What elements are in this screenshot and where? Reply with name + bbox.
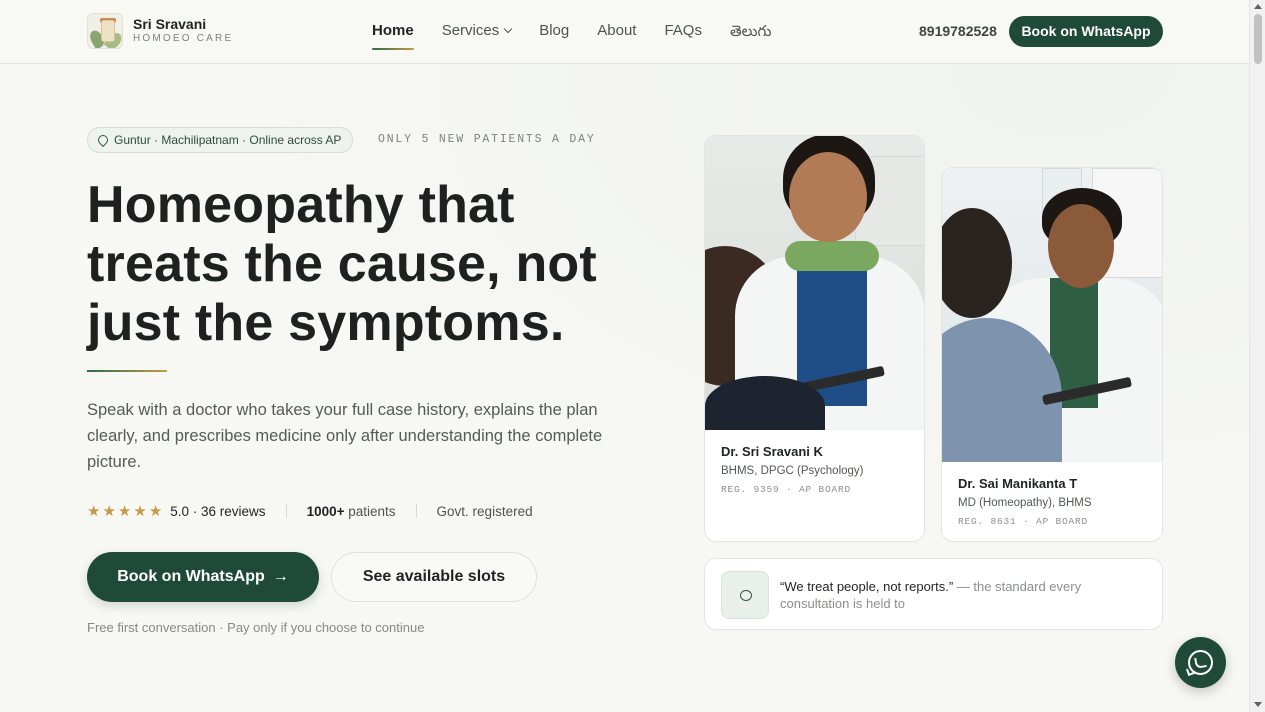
star-icon: ★ <box>117 503 132 520</box>
registration-status: Govt. registered <box>436 503 533 519</box>
doctor-photo <box>942 168 1162 462</box>
book-whatsapp-button[interactable]: Book on WhatsApp → <box>87 552 319 602</box>
doctor-card-sravani[interactable]: Dr. Sri Sravani K BHMS, DPGC (Psychology… <box>704 135 925 542</box>
main-nav: Home Services Blog About FAQs తెలుగు <box>372 22 771 50</box>
page-scrollbar[interactable] <box>1249 0 1265 712</box>
scrollbar-thumb[interactable] <box>1254 14 1262 64</box>
book-whatsapp-label: Book on WhatsApp <box>117 568 265 585</box>
doctor-name: Dr. Sai Manikanta T <box>958 476 1078 491</box>
doctor-name: Dr. Sri Sravani K <box>721 444 823 459</box>
capacity-note: ONLY 5 NEW PATIENTS A DAY <box>378 133 596 146</box>
headline-divider <box>87 370 167 372</box>
scroll-down-icon[interactable] <box>1254 702 1262 707</box>
location-text: Guntur · Machilipatnam · Online across A… <box>114 133 342 147</box>
map-pin-icon <box>95 132 111 148</box>
quote-strong: “We treat people, not reports.” <box>780 579 954 594</box>
philosophy-quote: “We treat people, not reports.” — the st… <box>704 558 1163 630</box>
header-whatsapp-button[interactable]: Book on WhatsApp <box>1009 16 1163 47</box>
brand-tagline: HOMOEO CARE <box>133 33 234 44</box>
star-icon: ★ <box>148 503 163 520</box>
brand-name: Sri Sravani <box>133 16 207 32</box>
location-badge: Guntur · Machilipatnam · Online across A… <box>87 127 354 153</box>
doctor-registration: REG. 8631 · AP BOARD <box>958 516 1089 527</box>
nav-faqs[interactable]: FAQs <box>664 22 702 48</box>
stats-divider <box>285 504 287 518</box>
patients-label: patients <box>348 503 396 519</box>
chevron-down-icon <box>503 24 513 34</box>
doctor-registration: REG. 9359 · AP BOARD <box>721 484 852 495</box>
nav-services-label: Services <box>441 22 500 39</box>
doctor-card-manikanta[interactable]: Dr. Sai Manikanta T MD (Homeopathy), BHM… <box>941 167 1163 542</box>
arrow-right-icon: → <box>272 568 289 585</box>
herbal-jar-icon <box>87 13 123 49</box>
see-slots-button[interactable]: See available slots <box>331 552 537 602</box>
nav-about[interactable]: About <box>597 22 636 48</box>
star-icon: ★ <box>133 503 147 520</box>
doctor-degrees: MD (Homeopathy), BHMS <box>958 497 1092 509</box>
phone-number-link[interactable]: 8919782528 <box>919 23 997 39</box>
nav-telugu[interactable]: తెలుగు <box>730 22 771 48</box>
fine-print: Free first conversation · Pay only if yo… <box>87 620 425 635</box>
chat-bubble-icon <box>721 571 769 619</box>
doctor-degrees: BHMS, DPGC (Psychology) <box>721 465 864 477</box>
site-header: Sri Sravani HOMOEO CARE Home Services Bl… <box>0 0 1249 64</box>
hero-headline: Homeopathy that treats the cause, not ju… <box>87 176 597 352</box>
trust-stats: ★ ★ ★ ★ ★ 5.0 · 36 reviews 1000+ patient… <box>87 502 533 520</box>
page-viewport: Sri Sravani HOMOEO CARE Home Services Bl… <box>0 0 1249 712</box>
whatsapp-fab[interactable] <box>1175 637 1226 688</box>
patients-count: 1000+ <box>306 503 345 519</box>
doctor-photo <box>705 136 924 430</box>
nav-services[interactable]: Services <box>441 22 513 48</box>
star-icon: ★ <box>102 503 116 520</box>
quote-text: “We treat people, not reports.” — the st… <box>780 578 1140 612</box>
star-icon: ★ <box>87 503 101 520</box>
brand-logo[interactable]: Sri Sravani HOMOEO CARE <box>87 13 233 49</box>
rating-stars: ★ ★ ★ ★ ★ <box>87 502 162 520</box>
hero-lead: Speak with a doctor who takes your full … <box>87 401 603 471</box>
rating-text: 5.0 · 36 reviews <box>170 503 266 519</box>
nav-home[interactable]: Home <box>372 22 414 50</box>
nav-blog[interactable]: Blog <box>539 22 569 48</box>
stats-divider <box>415 504 417 518</box>
scroll-up-icon[interactable] <box>1254 4 1262 9</box>
